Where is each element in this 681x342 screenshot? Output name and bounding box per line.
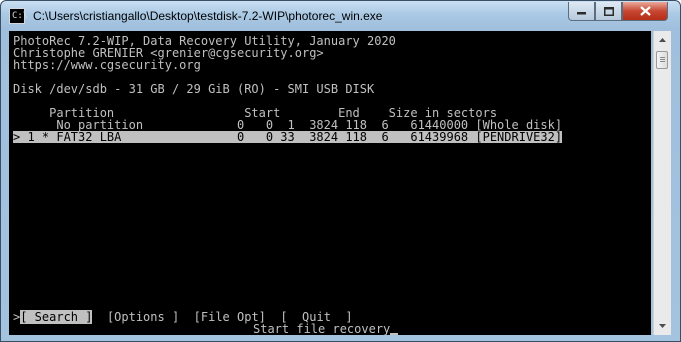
maximize-icon — [603, 6, 614, 16]
disk-info: Disk /dev/sdb - 31 GB / 29 GiB (RO) - SM… — [13, 82, 375, 96]
minimize-button[interactable] — [568, 2, 595, 21]
console-app-icon[interactable]: C:\ — [9, 8, 29, 24]
status-hint-line: Start file recovery — [253, 322, 399, 335]
maximize-button[interactable] — [595, 2, 622, 21]
scroll-down-button[interactable] — [655, 318, 670, 334]
vertical-scrollbar[interactable] — [653, 31, 671, 335]
console-area[interactable]: PhotoRec 7.2-WIP, Data Recovery Utility,… — [9, 31, 651, 335]
minimize-icon — [577, 12, 586, 15]
title-bar[interactable]: C:\ C:\Users\cristiangallo\Desktop\testd… — [1, 1, 680, 31]
scroll-up-arrow-icon — [659, 38, 666, 42]
status-hint: Start file recovery — [253, 322, 391, 335]
close-icon — [639, 6, 651, 16]
scroll-up-button[interactable] — [655, 32, 670, 48]
scroll-down-arrow-icon — [659, 324, 666, 328]
partition-row-selected[interactable]: > 1 * FAT32 LBA 0 0 33 3824 118 6 614399… — [13, 131, 563, 143]
console-prompt-glyph: C:\ — [12, 11, 29, 21]
close-button[interactable] — [622, 2, 668, 21]
options-button[interactable]: [Options ] — [107, 310, 179, 324]
thumb-grip — [660, 57, 665, 58]
thumb-grip — [660, 59, 665, 60]
thumb-grip — [660, 61, 665, 62]
console-window: C:\ C:\Users\cristiangallo\Desktop\testd… — [0, 0, 681, 342]
window-title: C:\Users\cristiangallo\Desktop\testdisk-… — [33, 9, 383, 23]
text-cursor — [390, 333, 399, 335]
search-button[interactable]: [ Search ] — [20, 310, 93, 324]
scroll-thumb[interactable] — [656, 51, 668, 69]
website-line: https://www.cgsecurity.org — [13, 58, 201, 72]
